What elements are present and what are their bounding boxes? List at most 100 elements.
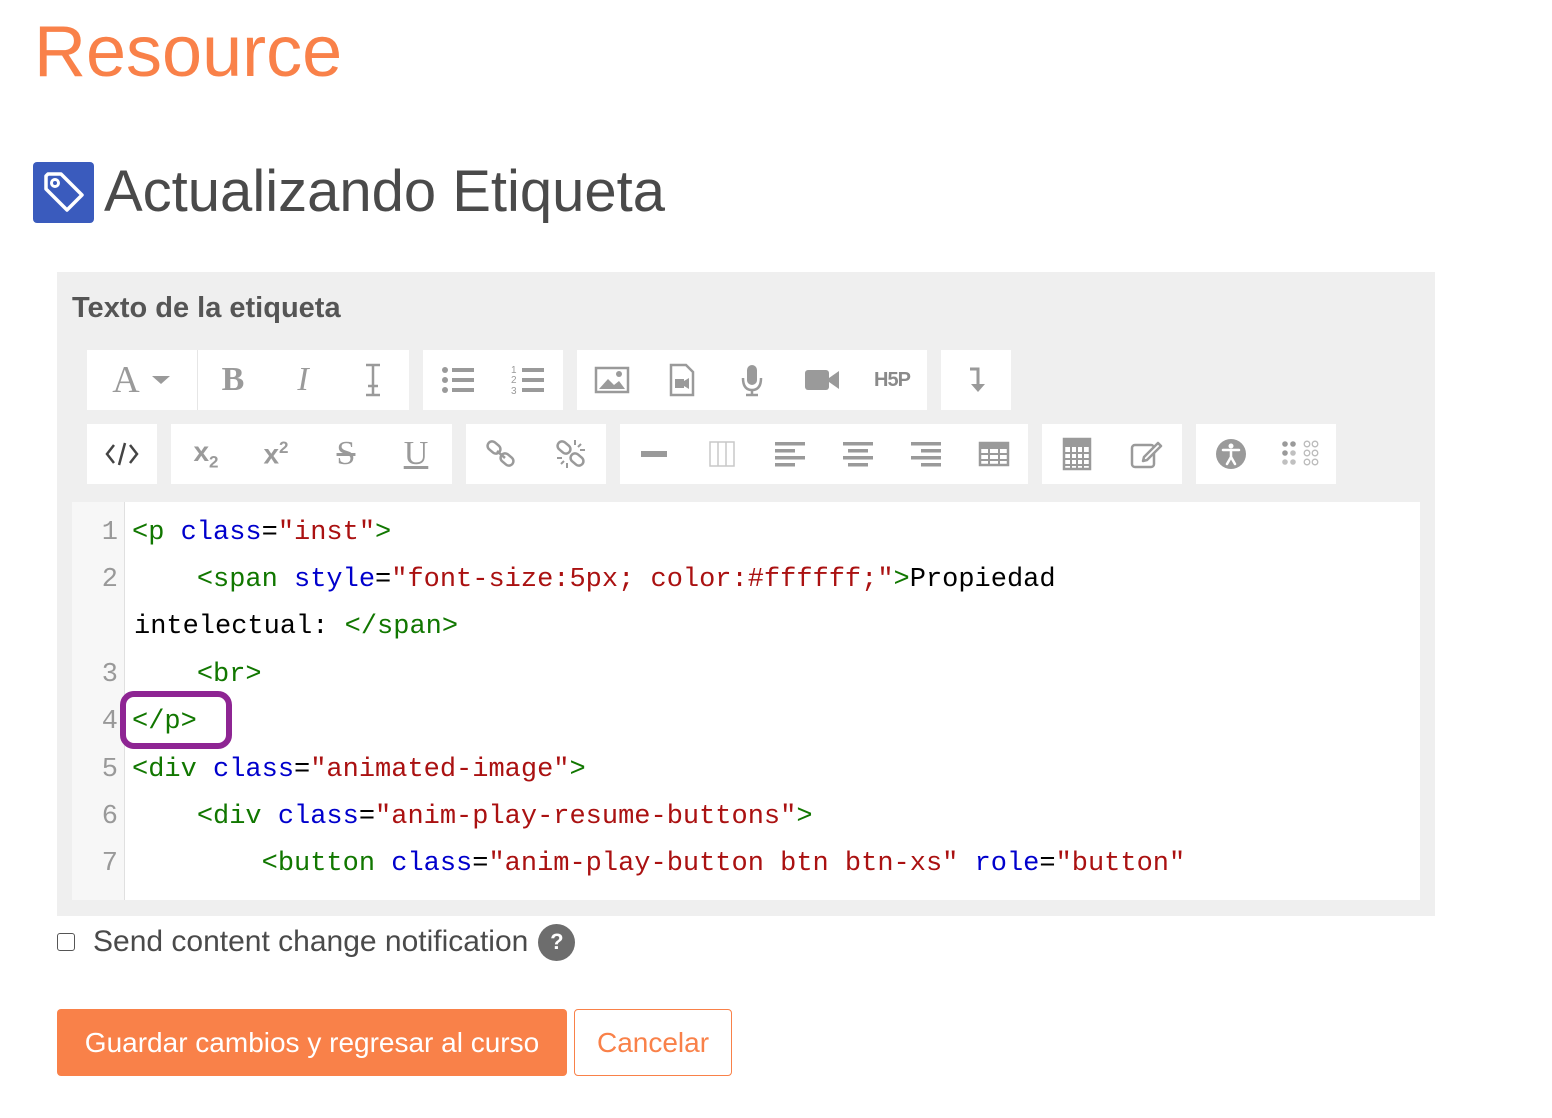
font-style-button[interactable]: A xyxy=(87,350,197,410)
code-text: <p class="inst"> xyxy=(132,510,391,557)
code-token: = xyxy=(261,518,278,548)
line-number: 4 xyxy=(101,707,118,737)
send-notification-checkbox[interactable] xyxy=(57,933,75,951)
line-number: 7 xyxy=(101,849,118,879)
line-number: 1 xyxy=(101,518,118,548)
line-number: 2 xyxy=(101,565,118,595)
h5p-icon: H5P xyxy=(874,368,911,391)
horizontal-rule-button[interactable] xyxy=(620,424,688,484)
h5p-button[interactable]: H5P xyxy=(857,350,927,410)
unordered-list-icon xyxy=(442,367,474,393)
toolbar-toggle-icon xyxy=(970,367,985,392)
unlink-button[interactable] xyxy=(536,424,606,484)
page-title: Actualizando Etiqueta xyxy=(104,159,666,224)
code-token: = xyxy=(375,565,392,595)
highlight-annotation xyxy=(120,691,232,749)
strikethrough-button[interactable]: S xyxy=(311,424,381,484)
code-token: "anim-play-button btn btn-xs" xyxy=(488,849,959,879)
special-character-icon xyxy=(709,441,735,467)
code-token: <div xyxy=(196,802,262,832)
clear-formatting-button[interactable] xyxy=(338,350,408,410)
toolbar-toggle-button[interactable] xyxy=(941,350,1011,410)
code-token: = xyxy=(358,802,376,832)
underline-icon: U xyxy=(403,435,429,472)
code-text: <div class="animated-image"> xyxy=(132,747,586,794)
ordered-list-icon: 1 2 3 xyxy=(511,365,544,396)
bold-button[interactable]: B xyxy=(197,350,268,410)
ordered-list-button[interactable]: 1 2 3 xyxy=(493,350,563,410)
help-icon[interactable]: ? xyxy=(538,923,576,961)
horizontal-rule-icon xyxy=(641,451,667,457)
code-line: 6 <div class="anim-play-resume-buttons"> xyxy=(72,794,1420,841)
code-line: 2 <span style="font-size:5px; color:#fff… xyxy=(72,557,1420,604)
unlink-icon xyxy=(556,440,585,468)
code-text: <div class="anim-play-resume-buttons"> xyxy=(132,794,813,841)
subscript-icon: x2 xyxy=(193,435,219,472)
code-token: <div xyxy=(132,755,197,785)
align-center-button[interactable] xyxy=(824,424,892,484)
code-token: <span xyxy=(196,565,278,595)
record-audio-button[interactable] xyxy=(717,350,787,410)
align-left-icon xyxy=(775,442,805,467)
clear-formatting-icon xyxy=(366,363,380,397)
svg-text:2: 2 xyxy=(511,375,517,386)
code-token: <br> xyxy=(196,660,262,690)
toolbar-group-text: x2 x2 S U xyxy=(171,424,452,484)
line-number: 3 xyxy=(101,660,118,690)
record-audio-icon xyxy=(741,365,763,397)
cancel-button[interactable]: Cancelar xyxy=(574,1009,732,1076)
code-token: <p xyxy=(132,518,165,548)
toolbar-group-style: A B I xyxy=(87,350,409,410)
code-line: intelectual: </span> xyxy=(72,604,1420,651)
media-button[interactable] xyxy=(647,350,717,410)
toolbar-group-links xyxy=(466,424,606,484)
equation-icon xyxy=(1062,437,1092,471)
special-character-button[interactable] xyxy=(688,424,756,484)
underline-button[interactable]: U xyxy=(381,424,451,484)
code-token: > xyxy=(796,802,813,832)
toolbar-group-tools xyxy=(1042,424,1182,484)
html-source-icon xyxy=(105,442,139,466)
table-button[interactable] xyxy=(960,424,1028,484)
html-code-editor[interactable]: 1 <p class="inst"> 2 <span style="font-siz… xyxy=(72,502,1420,900)
code-token: = xyxy=(294,755,311,785)
superscript-button[interactable]: x2 xyxy=(241,424,311,484)
editor-panel: Texto de la etiqueta A B I 1 2 3 H5P x2 … xyxy=(57,272,1435,916)
screenreader-helper-icon xyxy=(1282,440,1319,466)
unordered-list-button[interactable] xyxy=(423,350,493,410)
equation-button[interactable] xyxy=(1042,424,1112,484)
send-notification-label[interactable]: Send content change notification xyxy=(93,925,528,959)
image-button[interactable] xyxy=(577,350,647,410)
html-source-button[interactable] xyxy=(87,424,157,484)
code-line: 1 <p class="inst"> xyxy=(72,510,1420,557)
edit-button[interactable] xyxy=(1112,424,1182,484)
align-right-button[interactable] xyxy=(892,424,960,484)
code-token: > xyxy=(375,518,392,548)
code-token: </span> xyxy=(344,612,459,642)
italic-button[interactable]: I xyxy=(268,350,338,410)
line-number: 6 xyxy=(101,802,118,832)
page-heading: Actualizando Etiqueta xyxy=(33,160,665,224)
link-button[interactable] xyxy=(466,424,536,484)
screenreader-helper-button[interactable] xyxy=(1266,424,1336,484)
italic-icon: I xyxy=(297,361,309,398)
superscript-icon: x2 xyxy=(263,437,289,470)
record-video-button[interactable] xyxy=(787,350,857,410)
code-token: class xyxy=(391,849,473,879)
field-label: Texto de la etiqueta xyxy=(72,292,341,324)
code-token: = xyxy=(472,849,489,879)
code-token: class xyxy=(277,802,359,832)
notification-row: Send content change notification ? xyxy=(57,922,576,962)
accessibility-checker-button[interactable] xyxy=(1196,424,1266,484)
code-token: "anim-play-resume-buttons" xyxy=(375,802,797,832)
code-token: "animated-image" xyxy=(310,755,570,785)
strikethrough-icon: S xyxy=(336,435,356,472)
save-and-return-button[interactable]: Guardar cambios y regresar al curso xyxy=(57,1009,567,1076)
code-token: = xyxy=(1039,849,1056,879)
align-left-button[interactable] xyxy=(756,424,824,484)
subscript-button[interactable]: x2 xyxy=(171,424,241,484)
